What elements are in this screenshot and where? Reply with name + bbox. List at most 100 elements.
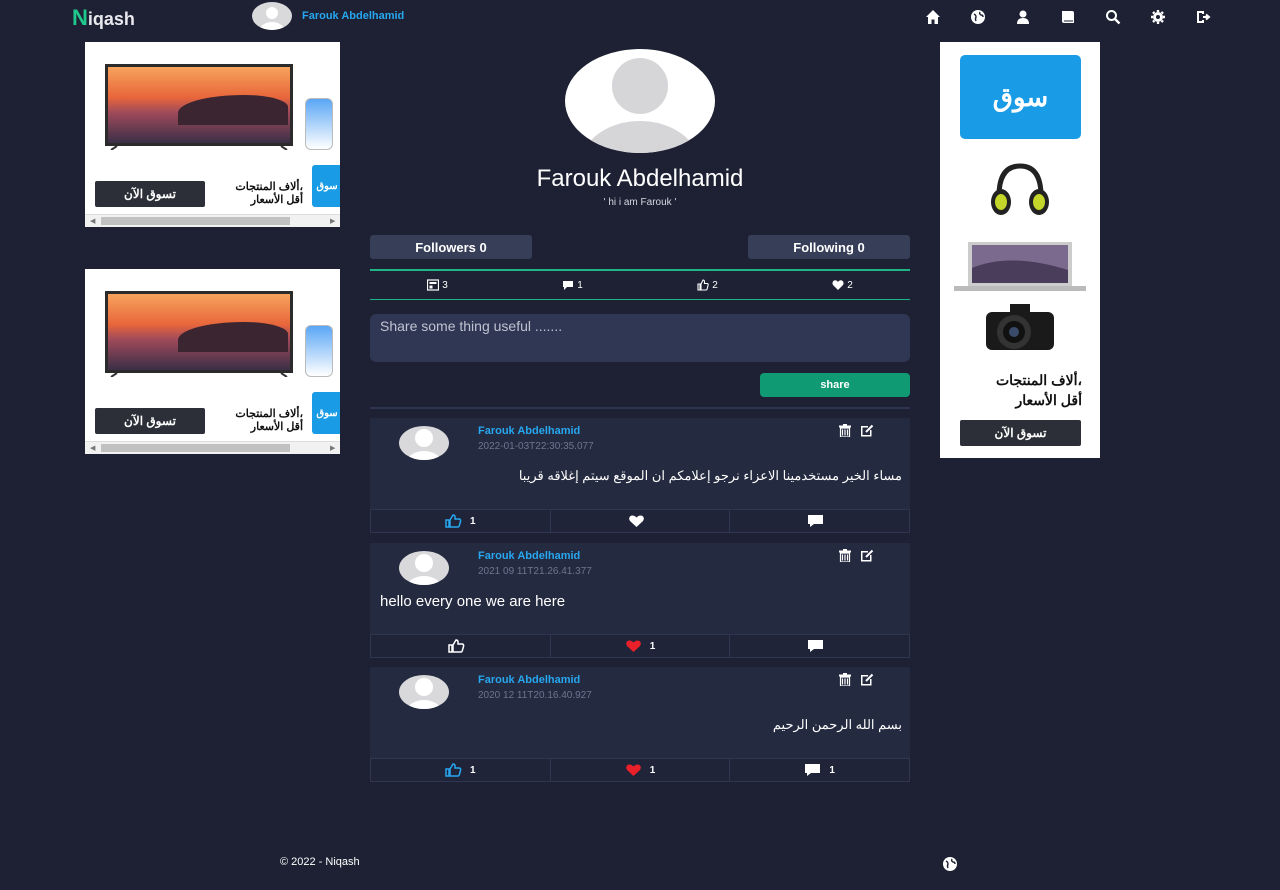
brand-logo[interactable]: Niqash — [72, 5, 135, 31]
stat-comments-count: 1 — [577, 279, 583, 291]
ad-tagline: ألاف المنتجات، أقل الأسعار — [211, 408, 303, 434]
thumbs-up-icon — [697, 279, 709, 291]
post-timestamp: 2022-01-03T22:30:35.077 — [478, 441, 594, 452]
avatar — [252, 2, 292, 30]
ad-banner-right[interactable]: سوق ألاف المنتجات، أقل الأسعار تسوق الآن — [940, 42, 1100, 458]
ad-banner-left-bottom[interactable]: سوق ألاف المنتجات، أقل الأسعار تسوق الآن… — [85, 269, 340, 454]
avatar[interactable] — [399, 675, 449, 709]
scroll-right-arrow-icon[interactable]: ▶ — [330, 217, 335, 225]
scrollbar-thumb[interactable] — [101, 444, 290, 452]
heart-icon — [628, 515, 644, 527]
edit-icon[interactable] — [860, 424, 874, 442]
following-button[interactable]: Following 0 — [748, 235, 910, 259]
comment-button[interactable] — [730, 635, 909, 657]
shop-now-button[interactable]: تسوق الآن — [960, 420, 1081, 446]
heart-icon — [625, 764, 641, 776]
share-button[interactable]: share — [760, 373, 910, 397]
shop-now-button[interactable]: تسوق الآن — [95, 408, 205, 434]
speaker-product-image — [305, 98, 333, 150]
trash-icon[interactable] — [838, 673, 852, 691]
logout-icon[interactable] — [1195, 8, 1240, 26]
shop-now-button[interactable]: تسوق الآن — [95, 181, 205, 207]
avatar[interactable] — [399, 426, 449, 460]
post-reaction-bar: 1 — [370, 509, 910, 533]
love-count: 1 — [649, 640, 656, 652]
love-count: 1 — [649, 764, 656, 776]
post-card: Farouk Abdelhamid 2022-01-03T22:30:35.077… — [370, 418, 910, 533]
love-button[interactable] — [551, 510, 731, 532]
trash-icon[interactable] — [838, 424, 852, 442]
edit-icon[interactable] — [860, 673, 874, 691]
comment-count: 1 — [829, 764, 835, 776]
ad-tagline: ألاف المنتجات، أقل الأسعار — [950, 370, 1082, 410]
stat-comments[interactable]: 1 — [505, 271, 640, 299]
like-button[interactable] — [371, 635, 551, 657]
avatar[interactable] — [399, 551, 449, 585]
like-count: 1 — [470, 764, 476, 776]
scrollbar-thumb[interactable] — [101, 217, 290, 225]
love-button[interactable]: 1 — [551, 635, 731, 657]
like-button[interactable]: 1 — [371, 510, 551, 532]
nav-user-profile-link[interactable]: Farouk Abdelhamid — [252, 2, 404, 30]
tv-product-image — [105, 291, 293, 373]
home-icon[interactable] — [925, 8, 970, 26]
souq-logo: سوق — [312, 165, 340, 207]
post-author[interactable]: Farouk Abdelhamid — [478, 425, 580, 437]
horizontal-scrollbar[interactable]: ◀ ▶ — [85, 441, 340, 454]
user-silhouette-icon — [260, 7, 284, 30]
ad-tagline-line1: ألاف المنتجات، — [235, 181, 303, 193]
stat-posts[interactable]: 3 — [370, 271, 505, 299]
profile-name: Farouk Abdelhamid — [536, 165, 744, 192]
globe-icon[interactable] — [942, 856, 958, 872]
profile-stats-bar: 3 1 2 2 — [370, 269, 910, 300]
edit-icon[interactable] — [860, 549, 874, 567]
thumbs-up-icon — [445, 514, 462, 528]
trash-icon[interactable] — [838, 549, 852, 567]
post-author[interactable]: Farouk Abdelhamid — [478, 550, 580, 562]
search-icon[interactable] — [1105, 8, 1150, 26]
souq-logo: سوق — [312, 392, 340, 434]
stat-likes[interactable]: 2 — [640, 271, 775, 299]
post-author[interactable]: Farouk Abdelhamid — [478, 674, 580, 686]
scroll-right-arrow-icon[interactable]: ▶ — [330, 444, 335, 452]
post-reaction-bar: 1 — [370, 634, 910, 658]
ad-tagline-line2: أقل الأسعار — [250, 194, 303, 206]
post-actions — [838, 549, 874, 567]
comment-button[interactable] — [730, 510, 909, 532]
book-icon[interactable] — [1060, 8, 1105, 26]
horizontal-scrollbar[interactable]: ◀ ▶ — [85, 214, 340, 227]
post-timestamp: 2021 09 11T21.26.41.377 — [478, 566, 592, 577]
top-navbar: Niqash Farouk Abdelhamid — [0, 0, 1280, 34]
user-icon[interactable] — [1015, 8, 1060, 26]
post-actions — [838, 673, 874, 691]
post-card: Farouk Abdelhamid 2020 12 11T20.16.40.927… — [370, 667, 910, 782]
love-button[interactable]: 1 — [551, 759, 731, 781]
souq-logo: سوق — [960, 55, 1081, 139]
gear-icon[interactable] — [1150, 8, 1195, 26]
like-button[interactable]: 1 — [371, 759, 551, 781]
scroll-left-arrow-icon[interactable]: ◀ — [90, 444, 95, 452]
comment-icon — [808, 515, 824, 527]
comment-button[interactable]: 1 — [730, 759, 909, 781]
ad-banner-left-top[interactable]: سوق ألاف المنتجات، أقل الأسعار تسوق الآن… — [85, 42, 340, 227]
post-timestamp: 2020 12 11T20.16.40.927 — [478, 690, 592, 701]
comment-icon — [563, 281, 574, 290]
profile-bio: ' hi i am Farouk ' — [603, 197, 677, 208]
scroll-left-arrow-icon[interactable]: ◀ — [90, 217, 95, 225]
post-body: بسم الله الرحمن الرحيم — [772, 717, 902, 732]
comment-icon — [805, 764, 821, 776]
user-silhouette-icon — [406, 678, 442, 709]
heart-icon — [832, 280, 844, 290]
post-composer-input[interactable] — [370, 314, 910, 362]
followers-button[interactable]: Followers 0 — [370, 235, 532, 259]
post-body: hello every one we are here — [380, 593, 566, 610]
laptop-product-image — [940, 238, 1100, 294]
heart-icon — [625, 640, 641, 652]
stat-loves[interactable]: 2 — [775, 271, 910, 299]
ad-tagline-line2: أقل الأسعار — [1015, 392, 1082, 408]
stat-posts-count: 3 — [442, 279, 448, 291]
like-count: 1 — [470, 515, 476, 527]
profile-avatar[interactable] — [565, 49, 715, 153]
globe-icon[interactable] — [970, 8, 1015, 26]
tv-stand — [110, 373, 288, 377]
